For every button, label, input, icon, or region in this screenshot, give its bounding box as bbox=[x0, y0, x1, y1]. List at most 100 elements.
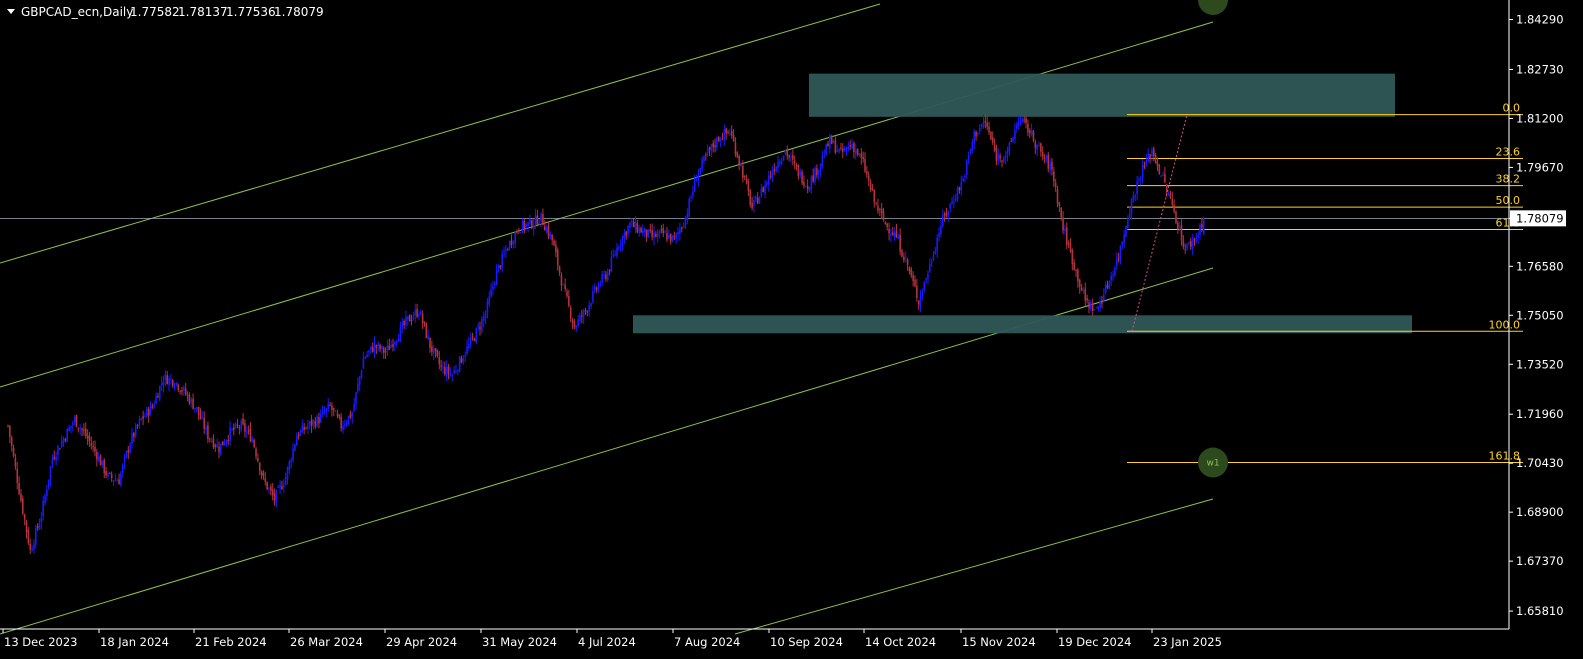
candle-body bbox=[729, 133, 731, 135]
candle-body bbox=[388, 345, 391, 350]
candle-body bbox=[131, 433, 133, 444]
candle-body bbox=[86, 434, 89, 439]
candle-body bbox=[316, 416, 318, 427]
candle-body bbox=[856, 148, 859, 156]
candle-body bbox=[264, 478, 267, 482]
candle-body bbox=[1064, 229, 1066, 232]
candle-body bbox=[129, 444, 131, 453]
candle-body bbox=[932, 256, 935, 260]
candle-body bbox=[1195, 237, 1198, 240]
candle-body bbox=[116, 480, 119, 482]
candle-body bbox=[455, 370, 457, 372]
candle-body bbox=[121, 464, 124, 474]
candle-body bbox=[451, 374, 454, 376]
candle-body bbox=[788, 155, 790, 158]
candle-body bbox=[577, 319, 579, 326]
candle-body bbox=[1177, 222, 1179, 230]
candle-body bbox=[431, 346, 433, 352]
candle-body bbox=[371, 347, 374, 352]
candle-body bbox=[518, 230, 520, 232]
candle-body bbox=[1104, 284, 1107, 293]
candle-body bbox=[442, 366, 444, 369]
candle-body bbox=[266, 481, 268, 490]
support-zone[interactable] bbox=[633, 315, 1412, 334]
candle-body bbox=[740, 164, 742, 166]
candle-body bbox=[597, 284, 600, 291]
candle-body bbox=[534, 215, 537, 225]
candle-body bbox=[390, 344, 392, 348]
candle-body bbox=[1189, 241, 1192, 247]
candle-body bbox=[1017, 121, 1020, 126]
candle-body bbox=[951, 201, 953, 205]
candle-body bbox=[734, 142, 737, 155]
candle-body bbox=[612, 255, 615, 257]
fib-level-label: 38.2 bbox=[1496, 173, 1521, 186]
candle-body bbox=[1078, 279, 1081, 287]
candle-body bbox=[568, 295, 570, 306]
candle-body bbox=[510, 240, 513, 245]
candle-body bbox=[916, 286, 918, 299]
candle-body bbox=[149, 405, 152, 416]
candle-body bbox=[479, 327, 481, 330]
candle-body bbox=[12, 448, 15, 456]
candle-body bbox=[525, 223, 528, 228]
candle-body bbox=[38, 523, 41, 530]
x-tick-label: 13 Dec 2023 bbox=[4, 635, 77, 649]
candle-body bbox=[640, 228, 642, 233]
candle-body bbox=[827, 143, 829, 147]
candle-body bbox=[558, 266, 561, 273]
x-tick-label: 15 Nov 2024 bbox=[962, 635, 1036, 649]
candle-body bbox=[666, 233, 668, 240]
candle-body bbox=[847, 146, 850, 150]
candle-body bbox=[1014, 130, 1016, 140]
candle-body bbox=[1041, 151, 1044, 158]
candle-body bbox=[408, 314, 411, 322]
candle-body bbox=[392, 344, 394, 347]
candle-body bbox=[910, 269, 913, 276]
candle-body bbox=[679, 229, 681, 234]
price-chart[interactable]: 0.023.638.250.061.8100.0161.8 w1 1.84290… bbox=[0, 0, 1583, 659]
candle-body bbox=[194, 408, 196, 410]
candle-body bbox=[943, 214, 946, 216]
candle-body bbox=[284, 477, 287, 485]
candle-body bbox=[51, 458, 54, 465]
candle-body bbox=[90, 443, 93, 446]
candle-body bbox=[1191, 239, 1194, 249]
resistance-zone[interactable] bbox=[809, 73, 1395, 117]
candle-body bbox=[207, 425, 209, 440]
candle-body bbox=[725, 128, 727, 134]
candle-body bbox=[775, 166, 777, 172]
candle-body bbox=[173, 385, 176, 388]
candle-body bbox=[407, 316, 409, 320]
candle-body bbox=[1003, 157, 1005, 163]
candle-body bbox=[643, 227, 646, 233]
candle-body bbox=[638, 227, 640, 234]
candle-body bbox=[375, 345, 378, 348]
candle-body bbox=[743, 176, 746, 178]
candle-body bbox=[803, 181, 805, 186]
candle-body bbox=[482, 316, 485, 321]
candle-body bbox=[1140, 178, 1142, 180]
candle-body bbox=[547, 225, 550, 237]
candle-body bbox=[684, 217, 687, 226]
candle-body bbox=[949, 203, 951, 209]
candle-body bbox=[990, 131, 992, 140]
candle-body bbox=[736, 152, 739, 158]
candle-body bbox=[1180, 225, 1183, 241]
candle-body bbox=[133, 432, 135, 437]
candle-body bbox=[469, 337, 472, 345]
candle-body bbox=[1193, 239, 1196, 241]
candle-body bbox=[234, 423, 237, 429]
candle-body bbox=[993, 145, 996, 151]
y-tick-label: 1.70430 bbox=[1516, 456, 1564, 470]
candle-body bbox=[1084, 288, 1087, 301]
candle-body bbox=[879, 208, 881, 210]
candle-body bbox=[233, 427, 235, 430]
candle-body bbox=[647, 229, 650, 238]
candle-body bbox=[1058, 202, 1061, 207]
candle-body bbox=[928, 263, 931, 272]
candle-body bbox=[312, 420, 315, 425]
candle-body bbox=[1143, 165, 1146, 167]
candle-body bbox=[477, 325, 479, 328]
candle-body bbox=[625, 231, 628, 236]
